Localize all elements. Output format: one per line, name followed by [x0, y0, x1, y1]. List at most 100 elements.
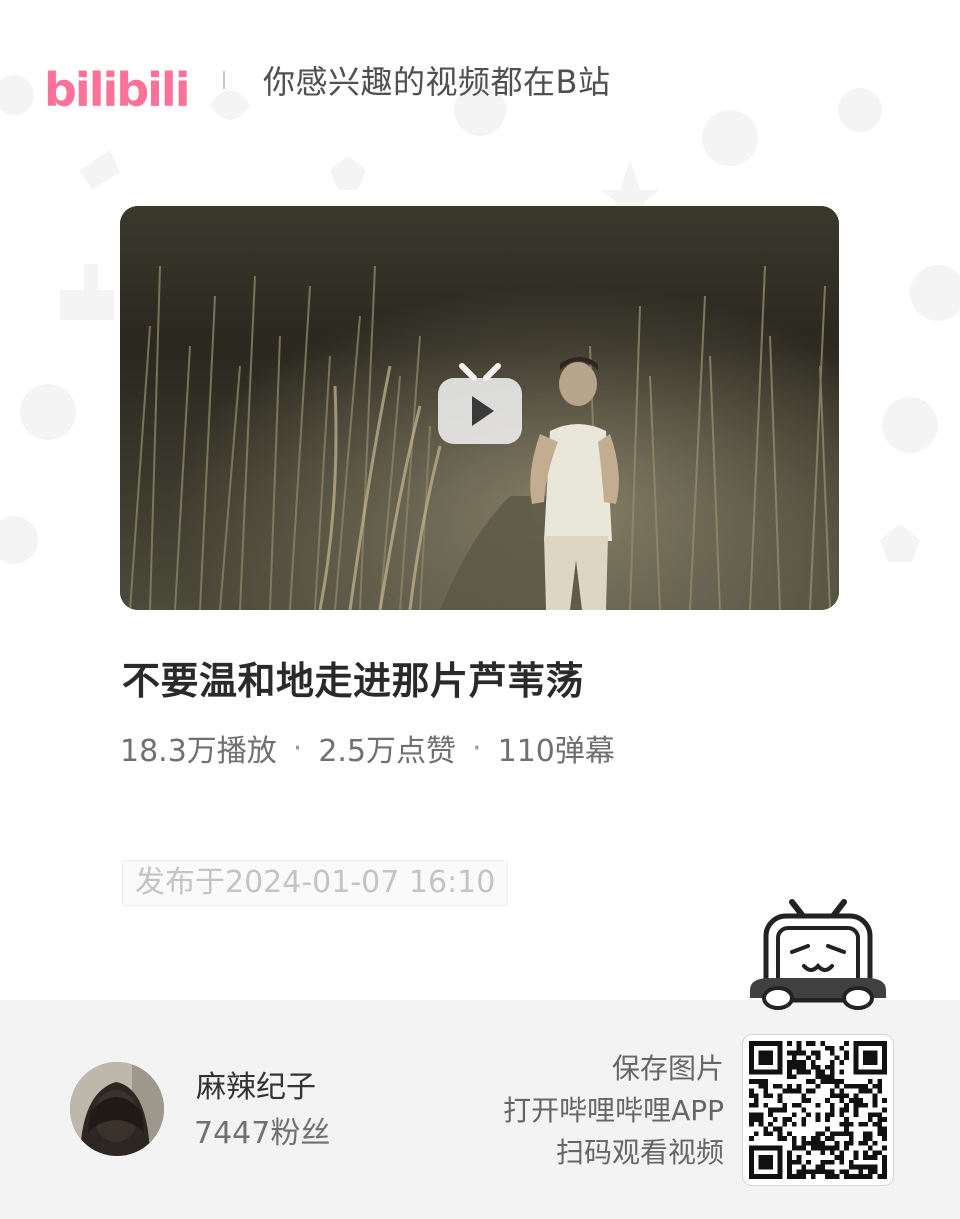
qr-module	[839, 1069, 845, 1075]
play-icon[interactable]	[436, 362, 524, 446]
qr-module	[853, 1098, 859, 1103]
qr-module	[882, 1050, 887, 1056]
qr-module	[787, 1050, 792, 1056]
qr-module	[777, 1159, 783, 1165]
qr-module	[858, 1083, 864, 1089]
qr-tips: 保存图片 打开哔哩哔哩APP 扫码观看视频	[503, 1048, 724, 1174]
danmaku-count: 110弹幕	[497, 734, 615, 769]
video-title[interactable]: 不要温和地走进那片芦苇荡	[122, 650, 584, 705]
qr-module	[853, 1055, 859, 1061]
qr-module	[815, 1064, 821, 1070]
bilibili-logo[interactable]: bilibili	[44, 40, 189, 120]
slogan: 你感兴趣的视频都在B站	[263, 63, 611, 101]
qr-module	[782, 1102, 788, 1108]
header-divider	[223, 71, 225, 89]
qr-module	[872, 1041, 878, 1046]
qr-module	[801, 1140, 807, 1146]
qr-module	[882, 1045, 887, 1051]
qr-module	[768, 1121, 773, 1127]
qr-module	[777, 1050, 783, 1056]
video-thumbnail[interactable]	[120, 206, 839, 610]
avatar[interactable]	[70, 1062, 164, 1156]
qr-module	[839, 1155, 845, 1160]
qr-module	[844, 1121, 849, 1127]
qr-module	[806, 1169, 811, 1175]
qr-module	[806, 1140, 811, 1146]
qr-module	[834, 1140, 840, 1146]
qr-module	[777, 1055, 783, 1061]
qr-module	[848, 1131, 854, 1137]
qr-module	[753, 1112, 759, 1118]
qr-module	[844, 1055, 849, 1061]
qr-module	[815, 1074, 821, 1080]
qr-module	[829, 1045, 835, 1051]
qr-module	[863, 1131, 868, 1137]
qr-module	[796, 1064, 802, 1070]
qr-module	[882, 1159, 887, 1165]
qr-module	[763, 1159, 769, 1165]
qr-code[interactable]	[742, 1034, 894, 1186]
qr-module	[768, 1093, 773, 1099]
qr-module	[834, 1055, 840, 1061]
qr-module	[829, 1079, 835, 1084]
qr-module	[810, 1041, 816, 1046]
qr-module	[829, 1131, 835, 1137]
qr-module	[777, 1041, 783, 1046]
qr-module	[791, 1159, 797, 1165]
qr-module	[787, 1131, 792, 1137]
qr-module	[782, 1088, 788, 1094]
qr-module	[777, 1169, 783, 1175]
qr-module	[749, 1060, 754, 1065]
qr-module	[758, 1164, 764, 1170]
qr-module	[844, 1117, 849, 1122]
qr-module	[801, 1060, 807, 1065]
qr-module	[877, 1121, 883, 1127]
qr-module	[863, 1050, 868, 1056]
qr-module	[810, 1064, 816, 1070]
author-name[interactable]: 麻辣纪子	[196, 1062, 316, 1106]
qr-module	[825, 1117, 830, 1122]
play-count: 18.3万播放	[120, 734, 277, 769]
qr-module	[787, 1041, 792, 1046]
qr-module	[867, 1117, 873, 1122]
qr-module	[801, 1117, 807, 1122]
qr-module	[815, 1117, 821, 1122]
qr-module	[782, 1107, 788, 1113]
qr-module	[815, 1069, 821, 1075]
qr-module	[787, 1164, 792, 1170]
qr-module	[848, 1174, 854, 1179]
qr-module	[810, 1140, 816, 1146]
qr-module	[853, 1107, 859, 1113]
qr-module	[749, 1093, 754, 1099]
qr-module	[867, 1164, 873, 1170]
qr-module	[749, 1169, 754, 1175]
qr-module	[768, 1055, 773, 1061]
qr-module	[829, 1069, 835, 1075]
qr-module	[848, 1098, 854, 1103]
qr-module	[834, 1131, 840, 1137]
qr-module	[825, 1126, 830, 1132]
qr-module	[749, 1102, 754, 1108]
qr-module	[858, 1121, 864, 1127]
qr-module	[882, 1064, 887, 1070]
qr-module	[763, 1069, 769, 1075]
qr-module	[753, 1145, 759, 1151]
qr-module	[848, 1083, 854, 1089]
qr-module	[829, 1150, 835, 1156]
qr-module	[758, 1069, 764, 1075]
qr-module	[758, 1121, 764, 1127]
qr-module	[853, 1041, 859, 1046]
qr-module	[867, 1050, 873, 1056]
qr-module	[863, 1140, 868, 1146]
qr-module	[882, 1155, 887, 1160]
qr-module	[806, 1055, 811, 1061]
qr-module	[787, 1060, 792, 1065]
qr-module	[787, 1088, 792, 1094]
qr-module	[772, 1117, 778, 1122]
qr-module	[825, 1064, 830, 1070]
qr-module	[867, 1041, 873, 1046]
qr-module	[815, 1102, 821, 1108]
qr-module	[772, 1069, 778, 1075]
qr-module	[820, 1159, 826, 1165]
qr-module	[787, 1064, 792, 1070]
